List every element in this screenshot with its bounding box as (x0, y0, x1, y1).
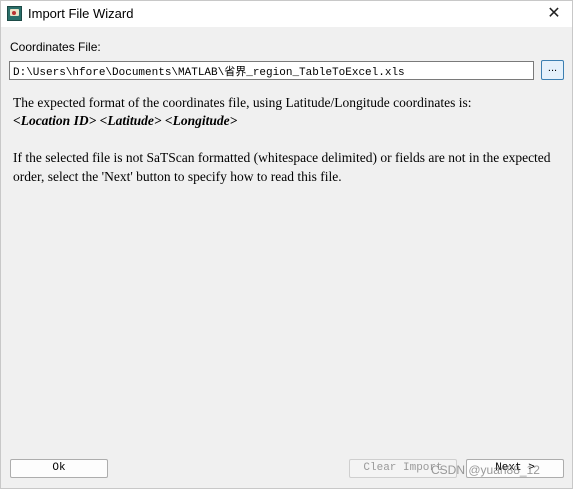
browse-button[interactable]: ... (541, 60, 564, 80)
format-description: The expected format of the coordinates f… (13, 95, 472, 110)
app-icon (7, 6, 22, 21)
coordinates-file-input[interactable] (9, 61, 534, 80)
title-bar: Import File Wizard ✕ (1, 1, 572, 27)
coordinates-file-label: Coordinates File: (10, 40, 101, 54)
next-instructions: If the selected file is not SaTScan form… (13, 150, 551, 184)
expected-format: <Location ID> <Latitude> <Longitude> (13, 113, 238, 128)
clear-import-button[interactable]: Clear Import (349, 459, 457, 478)
window-title: Import File Wizard (28, 6, 134, 21)
ok-button[interactable]: Ok (10, 459, 108, 478)
import-file-wizard-window: Import File Wizard ✕ Coordinates File: .… (0, 0, 573, 489)
next-button[interactable]: Next > (466, 459, 564, 478)
close-icon[interactable]: ✕ (544, 4, 564, 24)
